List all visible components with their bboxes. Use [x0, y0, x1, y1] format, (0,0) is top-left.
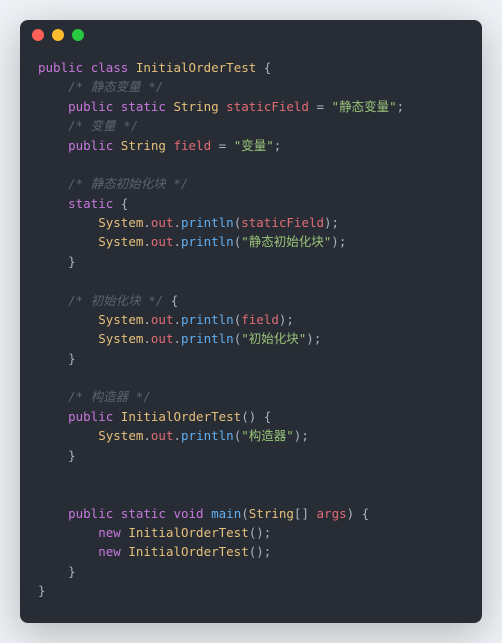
- keyword: void: [173, 506, 203, 521]
- class-name: InitialOrderTest: [128, 525, 248, 540]
- code-window: public class InitialOrderTest { /* 静态变量 …: [20, 20, 482, 623]
- comment: /* 静态变量 */: [68, 79, 163, 94]
- titlebar: [20, 20, 482, 50]
- keyword: new: [98, 525, 121, 540]
- minimize-icon[interactable]: [52, 29, 64, 41]
- string: "变量": [234, 138, 274, 153]
- function: println: [181, 331, 234, 346]
- type: String: [173, 99, 218, 114]
- function: println: [181, 234, 234, 249]
- close-icon[interactable]: [32, 29, 44, 41]
- comment: /* 静态初始化块 */: [68, 176, 188, 191]
- keyword: public: [68, 138, 113, 153]
- keyword: static: [121, 99, 166, 114]
- string: "构造器": [241, 428, 294, 443]
- identifier: staticField: [241, 215, 324, 230]
- keyword: public: [68, 409, 113, 424]
- constructor: InitialOrderTest: [121, 409, 241, 424]
- code-block: public class InitialOrderTest { /* 静态变量 …: [20, 50, 482, 623]
- identifier: out: [151, 312, 174, 327]
- function: println: [181, 215, 234, 230]
- function: println: [181, 312, 234, 327]
- type: System: [98, 234, 143, 249]
- identifier: staticField: [226, 99, 309, 114]
- function: main: [211, 506, 241, 521]
- identifier: out: [151, 234, 174, 249]
- type: String: [121, 138, 166, 153]
- string: "静态初始化块": [241, 234, 331, 249]
- comment: /* 构造器 */: [68, 389, 151, 404]
- identifier: out: [151, 331, 174, 346]
- keyword: static: [121, 506, 166, 521]
- keyword: new: [98, 544, 121, 559]
- type: System: [98, 428, 143, 443]
- class-name: InitialOrderTest: [136, 60, 256, 75]
- identifier: out: [151, 428, 174, 443]
- class-name: InitialOrderTest: [128, 544, 248, 559]
- comment: /* 初始化块 */: [68, 293, 163, 308]
- brackets: []: [294, 506, 309, 521]
- string: "静态变量": [332, 99, 397, 114]
- string: "初始化块": [241, 331, 306, 346]
- identifier: field: [173, 138, 211, 153]
- type: System: [98, 312, 143, 327]
- maximize-icon[interactable]: [72, 29, 84, 41]
- keyword: public: [38, 60, 83, 75]
- keyword: static: [68, 196, 113, 211]
- type: System: [98, 215, 143, 230]
- keyword: public: [68, 99, 113, 114]
- identifier: out: [151, 215, 174, 230]
- keyword: public: [68, 506, 113, 521]
- type: String: [249, 506, 294, 521]
- function: println: [181, 428, 234, 443]
- keyword: class: [91, 60, 129, 75]
- comment: /* 变量 */: [68, 118, 138, 133]
- identifier: args: [317, 506, 347, 521]
- identifier: field: [241, 312, 279, 327]
- type: System: [98, 331, 143, 346]
